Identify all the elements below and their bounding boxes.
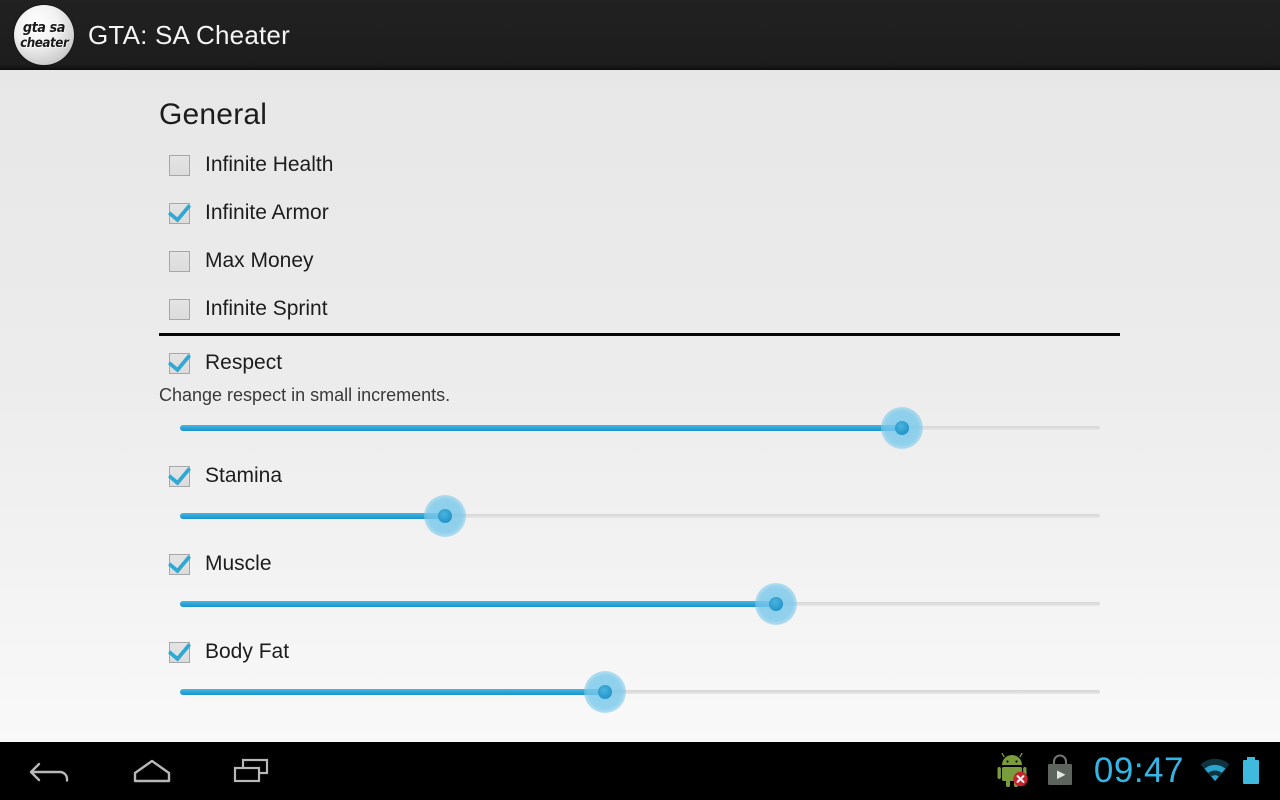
- checkbox-label-infinite-health: Infinite Health: [205, 153, 334, 176]
- home-icon: [133, 759, 171, 783]
- slider-thumb-core: [598, 685, 613, 699]
- checkbox-muscle[interactable]: [169, 553, 190, 575]
- play-store-button[interactable]: [1038, 742, 1082, 800]
- slider-body-fat[interactable]: [180, 671, 1100, 713]
- checkbox-label-stamina: Stamina: [205, 464, 283, 487]
- checkbox-row-muscle[interactable]: Muscle: [169, 549, 272, 579]
- section-divider: [159, 333, 1120, 336]
- slider-muscle[interactable]: [180, 583, 1100, 625]
- app-icon-line-1: gta sa: [22, 19, 66, 36]
- slider-fill-respect: [180, 425, 903, 431]
- navigation-bar: 09:47: [0, 742, 1280, 800]
- recent-apps-icon: [233, 758, 269, 783]
- checkbox-infinite-armor[interactable]: [169, 202, 190, 224]
- checkbox-row-respect[interactable]: Respect: [169, 348, 282, 378]
- wifi-icon: [1200, 758, 1230, 781]
- android-app-screen: gta sa cheater GTA: SA Cheater General I…: [0, 0, 1280, 800]
- checkbox-infinite-health[interactable]: [169, 154, 190, 176]
- slider-stamina[interactable]: [180, 495, 1100, 537]
- checkbox-row-infinite-armor[interactable]: Infinite Armor: [169, 198, 329, 228]
- android-warning-icon: [997, 752, 1028, 787]
- settings-content: General Infinite Health Infinite Armor M…: [0, 70, 1280, 742]
- section-title-general: General: [159, 98, 268, 131]
- action-bar: gta sa cheater GTA: SA Cheater: [0, 0, 1280, 70]
- app-icon: gta sa cheater: [14, 5, 74, 65]
- checkbox-row-max-money[interactable]: Max Money: [169, 246, 314, 276]
- checkbox-infinite-sprint[interactable]: [169, 298, 190, 320]
- back-icon: [29, 762, 69, 782]
- android-warning-button[interactable]: [986, 742, 1038, 800]
- slider-fill-stamina: [180, 513, 445, 519]
- checkbox-label-body-fat: Body Fat: [205, 640, 290, 663]
- checkbox-label-infinite-armor: Infinite Armor: [205, 201, 329, 224]
- checkbox-stamina[interactable]: [169, 465, 190, 487]
- status-icons: 09:47: [986, 742, 1266, 800]
- recent-apps-button[interactable]: [204, 742, 300, 800]
- checkbox-label-respect: Respect: [205, 351, 283, 374]
- slider-respect[interactable]: [180, 407, 1100, 449]
- back-button[interactable]: [4, 742, 100, 800]
- respect-summary-text: Change respect in small increments.: [159, 385, 451, 405]
- checkbox-row-infinite-health[interactable]: Infinite Health: [169, 150, 333, 180]
- app-title: GTA: SA Cheater: [88, 19, 290, 50]
- play-store-icon: [1047, 754, 1072, 785]
- wifi-indicator: [1194, 742, 1236, 800]
- checkbox-label-max-money: Max Money: [205, 249, 314, 272]
- checkbox-label-muscle: Muscle: [205, 552, 272, 575]
- checkbox-row-infinite-sprint[interactable]: Infinite Sprint: [169, 294, 328, 324]
- checkbox-respect[interactable]: [169, 352, 190, 374]
- checkbox-label-infinite-sprint: Infinite Sprint: [205, 297, 328, 320]
- checkbox-body-fat[interactable]: [169, 641, 190, 663]
- home-button[interactable]: [104, 742, 200, 800]
- app-icon-line-2: cheater: [19, 35, 69, 51]
- battery-indicator: [1236, 742, 1266, 800]
- slider-thumb-core: [437, 509, 452, 523]
- slider-fill-muscle: [180, 601, 777, 607]
- battery-full-icon: [1243, 757, 1259, 784]
- checkbox-row-body-fat[interactable]: Body Fat: [169, 637, 289, 667]
- slider-fill-body-fat: [180, 689, 606, 695]
- checkbox-max-money[interactable]: [169, 250, 190, 272]
- status-clock: 09:47: [1093, 751, 1184, 790]
- checkbox-row-stamina[interactable]: Stamina: [169, 461, 282, 491]
